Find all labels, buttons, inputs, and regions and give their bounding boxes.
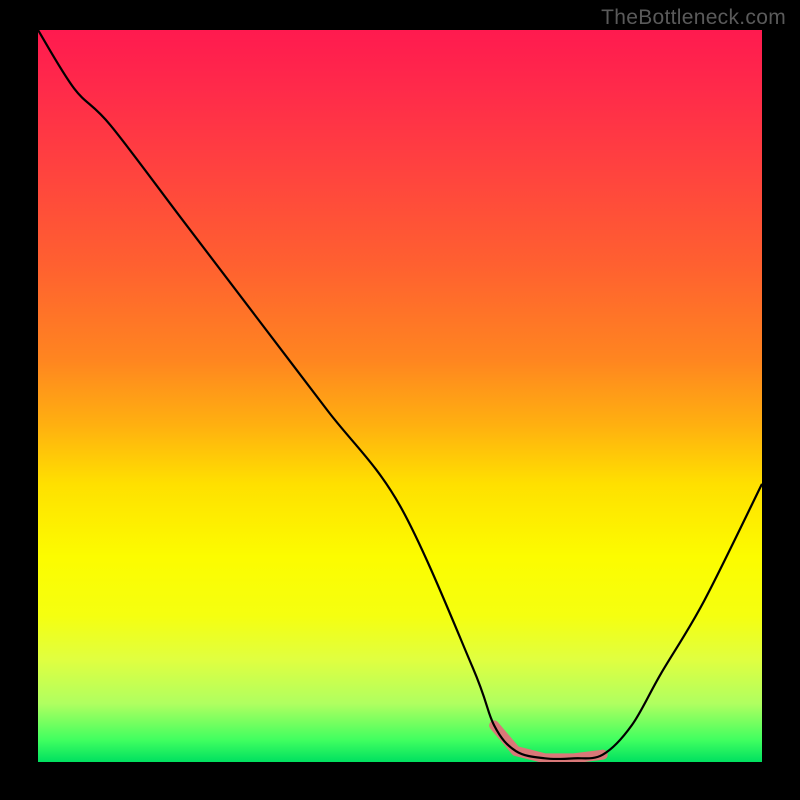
watermark-text: TheBottleneck.com bbox=[601, 6, 786, 30]
plot-area bbox=[38, 30, 762, 762]
bottleneck-curve bbox=[38, 30, 762, 762]
